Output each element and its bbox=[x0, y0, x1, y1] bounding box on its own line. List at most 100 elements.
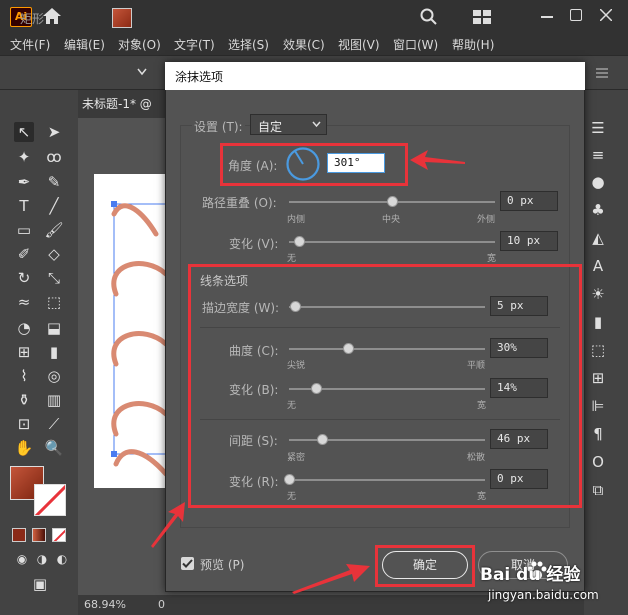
stroke-width-track[interactable] bbox=[289, 306, 485, 308]
rectangle-tool-icon[interactable]: ▭ bbox=[14, 220, 34, 240]
magic-wand-icon[interactable]: ✦ bbox=[14, 147, 34, 167]
variation-r-input[interactable]: 0 px bbox=[490, 469, 548, 489]
stroke-color-swatch[interactable] bbox=[34, 484, 66, 516]
chevron-down-icon bbox=[312, 121, 321, 128]
artboard-number[interactable]: 0 bbox=[158, 598, 165, 611]
appearance-panel-icon[interactable]: ☀ bbox=[588, 284, 608, 304]
mesh-tool-icon[interactable]: ⊞ bbox=[14, 342, 34, 362]
line-tool-icon[interactable]: ╱ bbox=[44, 196, 64, 216]
minimize-icon[interactable] bbox=[541, 16, 553, 18]
menu-edit[interactable]: 编辑(E) bbox=[64, 36, 105, 53]
align-panel-icon[interactable]: ⊫ bbox=[588, 396, 608, 416]
perspective-grid-icon[interactable]: ⬓ bbox=[44, 318, 64, 338]
curviness-track[interactable] bbox=[289, 348, 485, 350]
opentype-panel-icon[interactable]: O bbox=[588, 452, 608, 472]
maximize-icon[interactable] bbox=[570, 9, 582, 21]
direct-selection-tool-icon[interactable]: ➤ bbox=[44, 122, 64, 142]
none-mode-button[interactable] bbox=[52, 528, 66, 542]
home-icon[interactable] bbox=[42, 7, 62, 25]
screen-mode-icon[interactable]: ▣ bbox=[30, 574, 50, 594]
settings-label: 设置 (T): bbox=[192, 118, 245, 135]
variation-b-input[interactable]: 14% bbox=[490, 378, 548, 398]
slice-tool-icon[interactable]: ⟋ bbox=[44, 414, 64, 434]
zoom-tool-icon[interactable]: 🔍 bbox=[44, 438, 64, 458]
ok-button[interactable]: 确定 bbox=[382, 551, 468, 579]
menu-type[interactable]: 文字(T) bbox=[174, 36, 215, 53]
path-overlap-slider[interactable] bbox=[387, 196, 398, 207]
free-transform-icon[interactable]: ⬚ bbox=[44, 292, 64, 312]
properties-panel-icon[interactable]: ☰ bbox=[588, 118, 608, 138]
path-overlap-input[interactable]: 0 px bbox=[500, 191, 558, 211]
draw-inside-icon[interactable]: ◐ bbox=[52, 549, 72, 569]
menu-select[interactable]: 选择(S) bbox=[228, 36, 269, 53]
checkmark-icon bbox=[182, 559, 193, 568]
search-icon[interactable] bbox=[420, 8, 438, 26]
menu-window[interactable]: 窗口(W) bbox=[393, 36, 438, 53]
scribble-artwork[interactable] bbox=[94, 174, 166, 488]
character-panel-icon[interactable]: A bbox=[588, 256, 608, 276]
menu-effect[interactable]: 效果(C) bbox=[283, 36, 325, 53]
angle-highlight-box bbox=[220, 143, 408, 186]
type-tool-icon[interactable]: T bbox=[14, 196, 34, 216]
close-icon[interactable] bbox=[600, 9, 612, 21]
scale-tool-icon[interactable]: ⤡ bbox=[44, 268, 64, 288]
panel-menu-icon[interactable] bbox=[596, 68, 608, 78]
symbol-sprayer-icon[interactable]: ⚱ bbox=[14, 390, 34, 410]
swatches-panel-icon[interactable]: ⊞ bbox=[588, 368, 608, 388]
variation-v-input[interactable]: 10 px bbox=[500, 231, 558, 251]
shaper-tool-icon[interactable]: ✐ bbox=[14, 244, 34, 264]
variation-r-max: 宽 bbox=[477, 492, 487, 502]
variation-r-label: 变化 (R): bbox=[229, 475, 279, 489]
graphic-styles-icon[interactable]: ◭ bbox=[588, 228, 608, 248]
color-mode-button[interactable] bbox=[12, 528, 26, 542]
stroke-width-slider[interactable] bbox=[289, 301, 301, 312]
gradient-tool-icon[interactable]: ▮ bbox=[44, 342, 64, 362]
menu-file[interactable]: 文件(F) bbox=[10, 36, 50, 53]
menu-help[interactable]: 帮助(H) bbox=[452, 36, 494, 53]
lasso-icon[interactable]: ꝏ bbox=[44, 147, 64, 167]
eyedropper-icon[interactable]: ⌇ bbox=[14, 366, 34, 386]
line-options-label: 线条选项 bbox=[200, 274, 249, 288]
blend-tool-icon[interactable]: ◎ bbox=[44, 366, 64, 386]
chevron-down-icon[interactable] bbox=[137, 68, 147, 76]
menu-object[interactable]: 对象(O) bbox=[118, 36, 161, 53]
draw-mode-icon[interactable]: ◉ bbox=[12, 549, 32, 569]
color-panel-icon[interactable]: ● bbox=[588, 172, 608, 192]
gradient-panel-icon[interactable]: ▮ bbox=[588, 312, 608, 332]
path-overlap-label: 路径重叠 (O): bbox=[202, 196, 277, 210]
variation-r-slider[interactable] bbox=[284, 474, 295, 485]
paintbrush-icon[interactable]: 🖌 bbox=[44, 220, 64, 240]
curvature-tool-icon[interactable]: ✎ bbox=[44, 172, 64, 192]
variation-r-track[interactable] bbox=[289, 479, 485, 481]
zoom-level[interactable]: 68.94% bbox=[84, 598, 126, 611]
variation-v-max: 宽 bbox=[487, 254, 497, 264]
layers-panel-icon[interactable]: ≡ bbox=[588, 145, 608, 165]
gradient-mode-button[interactable] bbox=[32, 528, 46, 542]
width-tool-icon[interactable]: ≈ bbox=[14, 292, 34, 312]
artboard-tool-icon[interactable]: ⊡ bbox=[14, 414, 34, 434]
graph-tool-icon[interactable]: ▥ bbox=[44, 390, 64, 410]
variation-r-min: 无 bbox=[287, 492, 297, 502]
workspace-icon[interactable] bbox=[473, 10, 491, 24]
pen-tool-icon[interactable]: ✒ bbox=[14, 172, 34, 192]
variation-v-track[interactable] bbox=[289, 241, 495, 243]
curviness-slider[interactable] bbox=[342, 343, 354, 354]
menu-view[interactable]: 视图(V) bbox=[338, 36, 380, 53]
pathfinder-panel-icon[interactable]: ⧉ bbox=[588, 480, 608, 500]
fill-swatch[interactable] bbox=[112, 8, 132, 28]
hand-tool-icon[interactable]: ✋ bbox=[14, 438, 34, 458]
curviness-input[interactable]: 30% bbox=[490, 338, 548, 358]
stroke-width-input[interactable]: 5 px bbox=[490, 296, 548, 316]
symbols-panel-icon[interactable]: ♣ bbox=[588, 200, 608, 220]
rotate-tool-icon[interactable]: ↻ bbox=[14, 268, 34, 288]
settings-select[interactable]: 自定 bbox=[250, 114, 327, 135]
transform-panel-icon[interactable]: ⬚ bbox=[588, 340, 608, 360]
selection-tool-icon[interactable]: ↖ bbox=[14, 122, 34, 142]
preview-checkbox[interactable] bbox=[181, 557, 194, 570]
shape-builder-icon[interactable]: ◔ bbox=[14, 318, 34, 338]
paragraph-panel-icon[interactable]: ¶ bbox=[588, 424, 608, 444]
spacing-input[interactable]: 46 px bbox=[490, 429, 548, 449]
document-tab[interactable]: 未标题-1* @ bbox=[82, 95, 152, 112]
draw-behind-icon[interactable]: ◑ bbox=[32, 549, 52, 569]
eraser-icon[interactable]: ◇ bbox=[44, 244, 64, 264]
